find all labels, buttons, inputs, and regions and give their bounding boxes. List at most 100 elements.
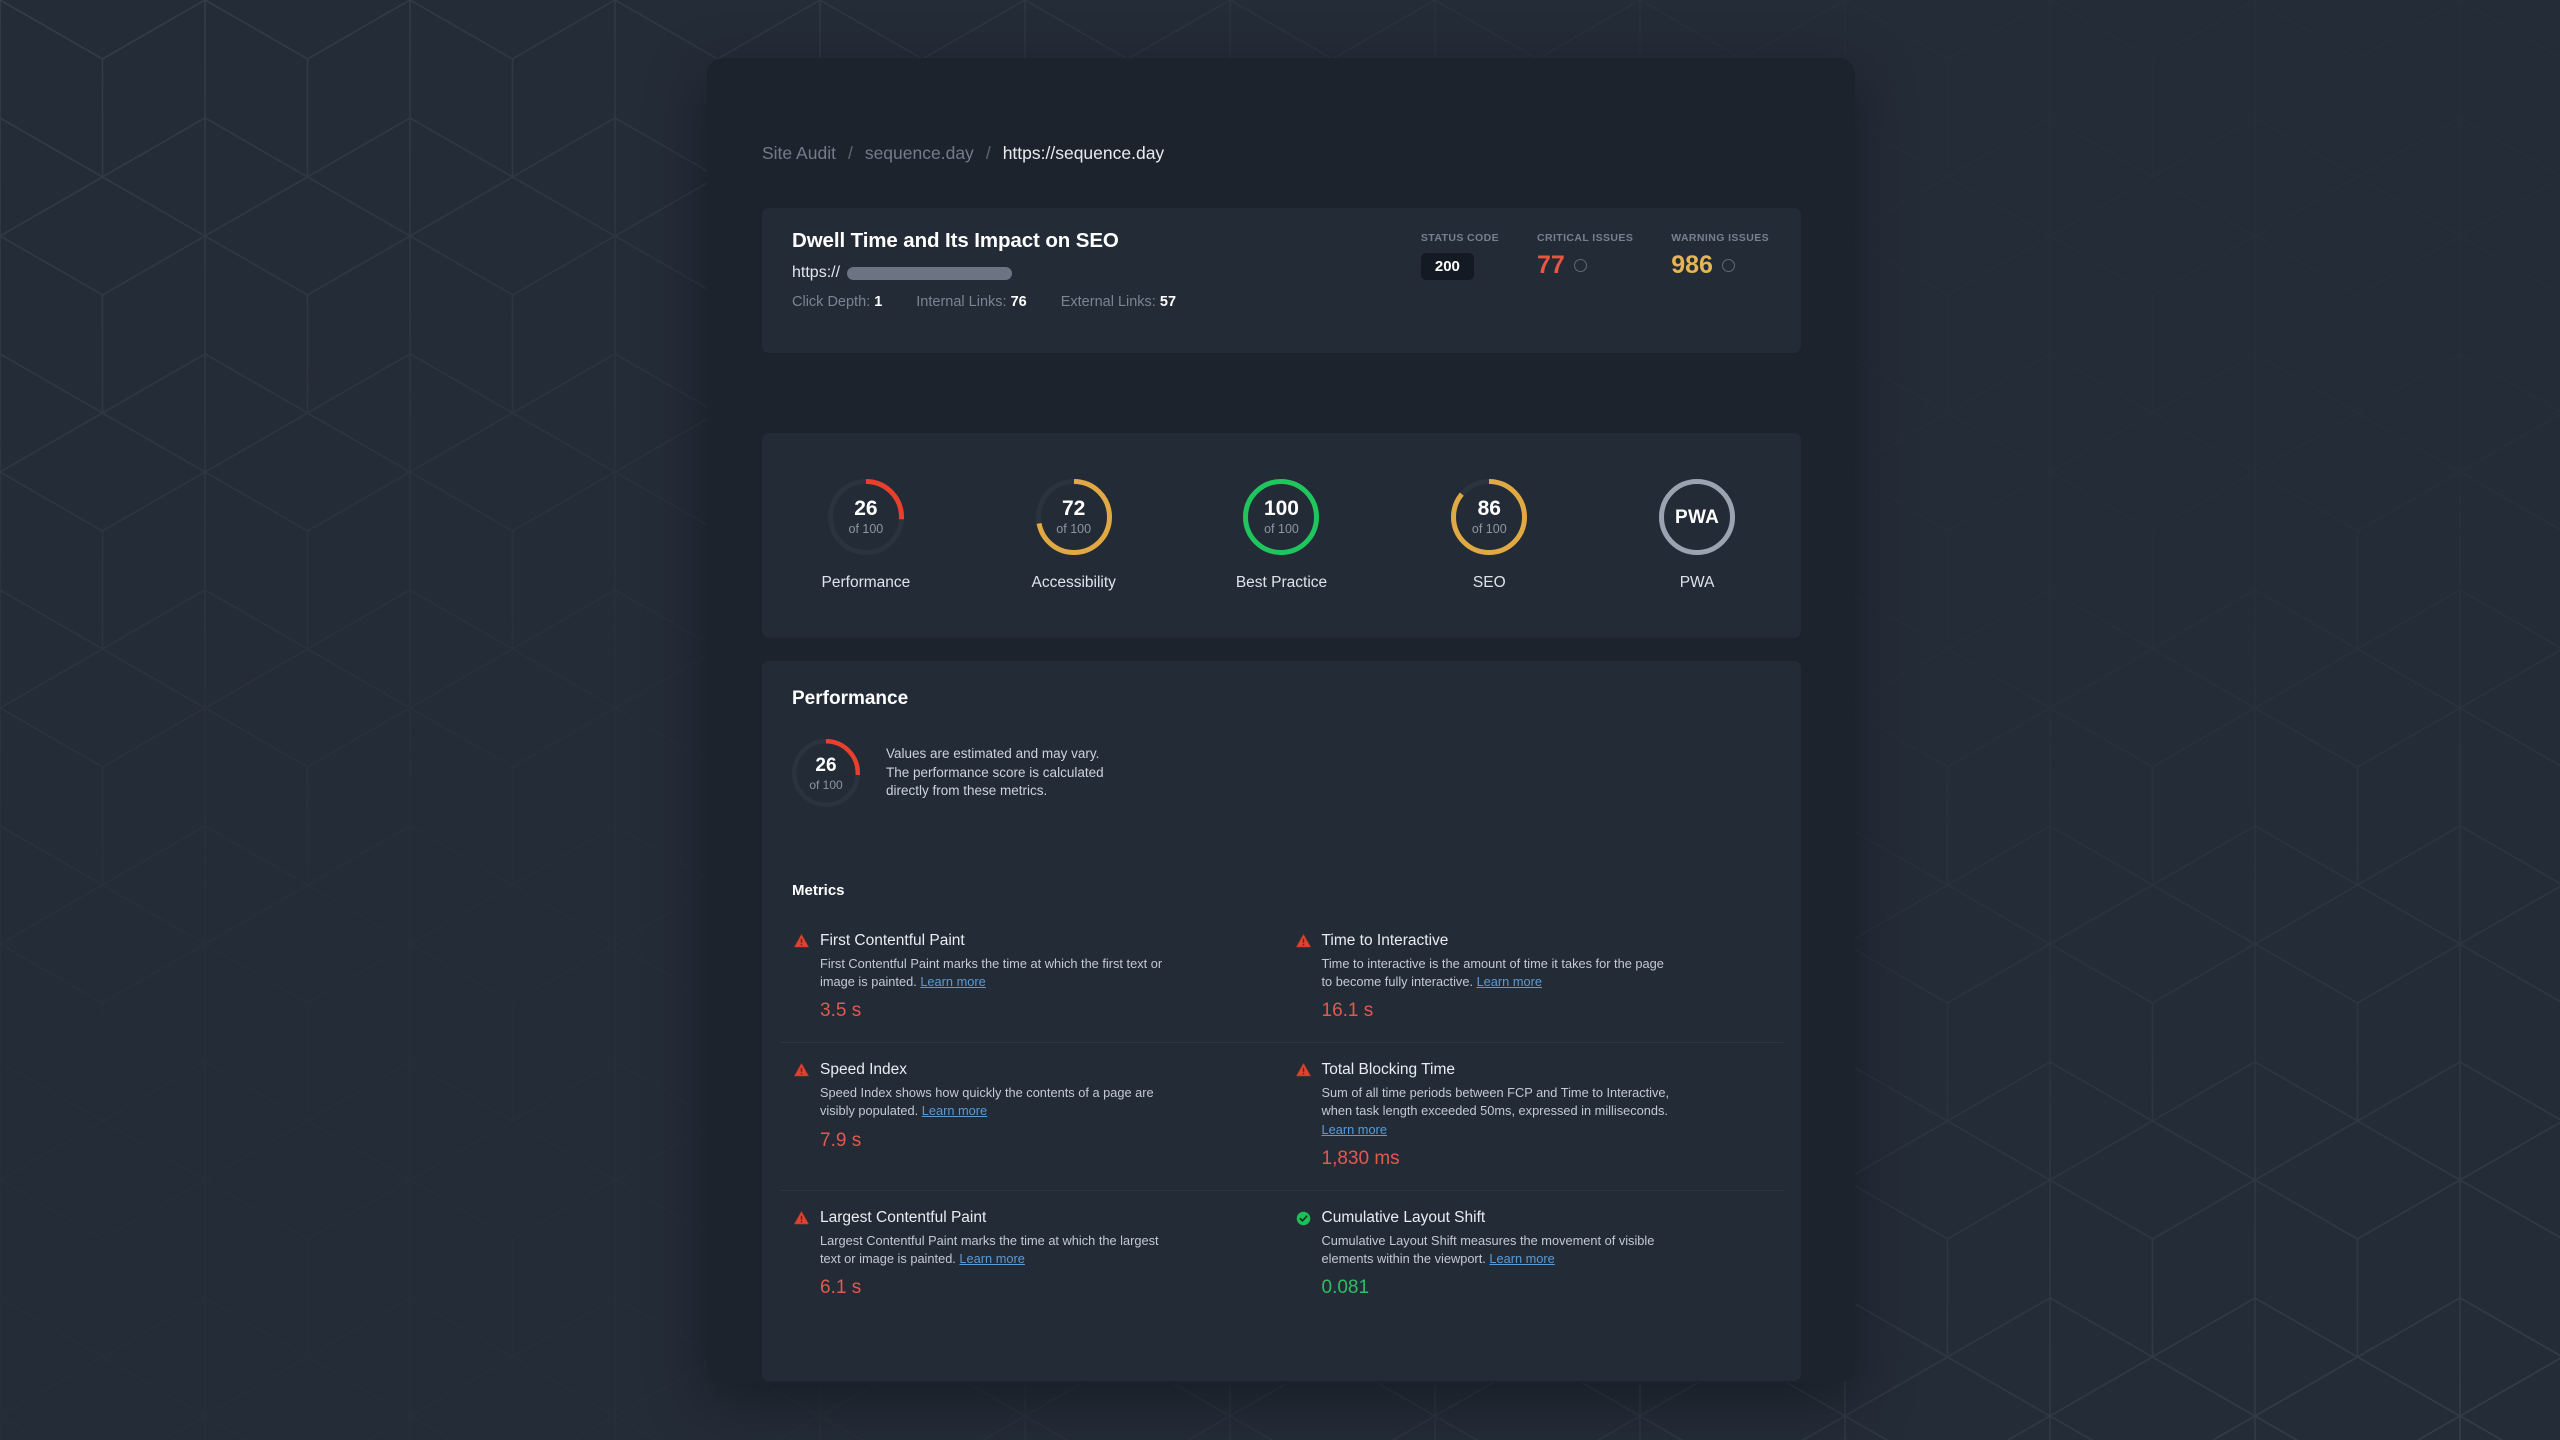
warning-triangle-icon bbox=[794, 1211, 809, 1229]
header-stats: STATUS CODE 200 CRITICAL ISSUES 77 WARNI… bbox=[1420, 232, 1769, 280]
metric-description: First Contentful Paint marks the time at… bbox=[820, 956, 1163, 990]
critical-issues-label: CRITICAL ISSUES bbox=[1536, 232, 1634, 244]
metric-status-icon bbox=[794, 1211, 809, 1299]
critical-issues-stat[interactable]: CRITICAL ISSUES 77 bbox=[1537, 232, 1633, 278]
url-redacted-bar bbox=[847, 266, 1013, 280]
page-url: https:// bbox=[792, 264, 1013, 282]
learn-more-link[interactable]: Learn more bbox=[1489, 1251, 1554, 1266]
metric-value: 6.1 s bbox=[820, 1277, 862, 1299]
lighthouse-scores-card: 26 of 100 Performance 72 of 100 Accessib… bbox=[762, 433, 1801, 638]
performance-label: Performance bbox=[821, 574, 911, 591]
metric-title: Largest Contentful Paint bbox=[820, 1208, 987, 1226]
metrics-row: Speed Index Speed Index shows how quickl… bbox=[780, 1042, 1783, 1189]
metric-description: Cumulative Layout Shift measures the mov… bbox=[1321, 1232, 1655, 1266]
metric-description: Sum of all time periods between FCP and … bbox=[1321, 1085, 1670, 1137]
audit-window: Site Audit / sequence.day / https://sequ… bbox=[707, 58, 1855, 1383]
accessibility-gauge: 72 of 100 bbox=[1035, 479, 1112, 555]
performance-note: Values are estimated and may vary. The p… bbox=[886, 746, 1104, 799]
metric-first-contentful-paint: First Contentful Paint First Contentful … bbox=[780, 914, 1282, 1042]
breadcrumb-separator: / bbox=[985, 143, 991, 163]
score-item-performance[interactable]: 26 of 100 Performance bbox=[762, 479, 970, 592]
breadcrumb-item-current[interactable]: https://sequence.day bbox=[1003, 143, 1165, 164]
status-code-value: 200 bbox=[1420, 253, 1474, 280]
metric-status-icon bbox=[1295, 1063, 1311, 1169]
learn-more-link[interactable]: Learn more bbox=[920, 974, 985, 989]
page-header-card: Dwell Time and Its Impact on SEO https:/… bbox=[762, 208, 1801, 353]
performance-gauge: 26 of 100 bbox=[827, 479, 904, 555]
pass-check-icon bbox=[1296, 1211, 1311, 1230]
warning-issues-label: WARNING ISSUES bbox=[1671, 232, 1769, 244]
metric-value: 16.1 s bbox=[1321, 1000, 1374, 1022]
breadcrumb-item-site-audit[interactable]: Site Audit bbox=[762, 143, 836, 164]
seo-gauge: 86 of 100 bbox=[1451, 479, 1528, 555]
metric-speed-index: Speed Index Speed Index shows how quickl… bbox=[780, 1043, 1282, 1189]
performance-gauge-sub: of 100 bbox=[848, 522, 884, 537]
breadcrumb-item-domain[interactable]: sequence.day bbox=[865, 143, 974, 164]
metric-title: Cumulative Layout Shift bbox=[1321, 1208, 1486, 1226]
learn-more-link[interactable]: Learn more bbox=[959, 1251, 1024, 1266]
metrics-row: First Contentful Paint First Contentful … bbox=[780, 914, 1783, 1042]
internal-links-value: 76 bbox=[1010, 294, 1027, 310]
status-code-stat: STATUS CODE 200 bbox=[1420, 232, 1499, 280]
score-item-seo[interactable]: 86 of 100 SEO bbox=[1385, 479, 1593, 592]
metric-title: First Contentful Paint bbox=[820, 932, 965, 949]
best-practice-gauge-value: 100 bbox=[1263, 497, 1299, 521]
best-practice-label: Best Practice bbox=[1235, 574, 1328, 591]
accessibility-gauge-value: 72 bbox=[1062, 497, 1086, 521]
metric-title: Total Blocking Time bbox=[1321, 1061, 1456, 1079]
pwa-label: PWA bbox=[1679, 574, 1715, 591]
metric-time-to-interactive: Time to Interactive Time to interactive … bbox=[1282, 914, 1784, 1042]
page-title: Dwell Time and Its Impact on SEO bbox=[792, 229, 1119, 252]
score-item-accessibility[interactable]: 72 of 100 Accessibility bbox=[970, 479, 1178, 592]
score-item-best-practice[interactable]: 100 of 100 Best Practice bbox=[1178, 479, 1386, 592]
click-depth-stat: Click Depth: 1 bbox=[792, 294, 883, 310]
url-scheme: https:// bbox=[792, 264, 841, 281]
metrics-grid: First Contentful Paint First Contentful … bbox=[780, 914, 1783, 1319]
best-practice-gauge-sub: of 100 bbox=[1264, 522, 1299, 537]
metric-cumulative-layout-shift: Cumulative Layout Shift Cumulative Layou… bbox=[1282, 1191, 1784, 1319]
warning-issues-value: 986 bbox=[1671, 251, 1713, 279]
metric-value: 7.9 s bbox=[820, 1129, 862, 1151]
metrics-heading: Metrics bbox=[792, 882, 845, 899]
metric-title: Speed Index bbox=[820, 1061, 908, 1079]
learn-more-link[interactable]: Learn more bbox=[1322, 1122, 1387, 1137]
click-depth-value: 1 bbox=[874, 294, 883, 310]
breadcrumb-separator: / bbox=[847, 143, 853, 163]
metric-total-blocking-time: Total Blocking Time Sum of all time peri… bbox=[1282, 1043, 1784, 1189]
learn-more-link[interactable]: Learn more bbox=[1477, 974, 1542, 989]
score-item-pwa[interactable]: PWA PWA bbox=[1593, 479, 1801, 592]
performance-section-title: Performance bbox=[792, 688, 909, 709]
performance-gauge-value: 26 bbox=[854, 497, 878, 521]
accessibility-label: Accessibility bbox=[1031, 574, 1116, 591]
metric-status-icon bbox=[794, 1063, 809, 1169]
internal-links-stat: Internal Links: 76 bbox=[916, 294, 1027, 310]
score-gauge-row: 26 of 100 Performance 72 of 100 Accessib… bbox=[762, 433, 1801, 638]
warning-triangle-icon bbox=[1295, 1063, 1311, 1081]
metric-value: 1,830 ms bbox=[1321, 1147, 1400, 1169]
metric-description: Largest Contentful Paint marks the time … bbox=[820, 1232, 1159, 1266]
performance-card: Performance 26 of 100 Values are estimat… bbox=[762, 661, 1801, 1381]
warning-triangle-icon bbox=[794, 1063, 809, 1081]
metrics-row: Largest Contentful Paint Largest Content… bbox=[780, 1189, 1784, 1319]
metric-description: Speed Index shows how quickly the conten… bbox=[820, 1085, 1154, 1119]
metric-largest-contentful-paint: Largest Contentful Paint Largest Content… bbox=[780, 1191, 1282, 1319]
external-links-value: 57 bbox=[1159, 294, 1177, 310]
breadcrumb: Site Audit / sequence.day / https://sequ… bbox=[762, 143, 1164, 164]
warning-issues-stat[interactable]: WARNING ISSUES 986 bbox=[1671, 232, 1769, 278]
metric-title: Time to Interactive bbox=[1321, 932, 1449, 949]
performance-summary: 26 of 100 Values are estimated and may v… bbox=[792, 739, 1104, 807]
performance-gauge-value: 26 bbox=[815, 754, 837, 776]
accessibility-gauge-sub: of 100 bbox=[1056, 522, 1092, 537]
pwa-gauge-value: PWA bbox=[1674, 506, 1720, 528]
metric-status-icon bbox=[794, 934, 809, 1022]
learn-more-link[interactable]: Learn more bbox=[922, 1103, 987, 1118]
seo-gauge-sub: of 100 bbox=[1471, 522, 1507, 537]
warning-triangle-icon bbox=[1295, 934, 1311, 952]
performance-gauge-sub: of 100 bbox=[809, 777, 843, 792]
critical-issues-ring-icon bbox=[1573, 259, 1587, 272]
warning-triangle-icon bbox=[794, 934, 809, 952]
warning-issues-ring-icon bbox=[1721, 259, 1735, 272]
metric-description: Time to interactive is the amount of tim… bbox=[1321, 956, 1664, 990]
metric-status-icon bbox=[1296, 1211, 1311, 1299]
metric-value: 0.081 bbox=[1321, 1277, 1370, 1299]
